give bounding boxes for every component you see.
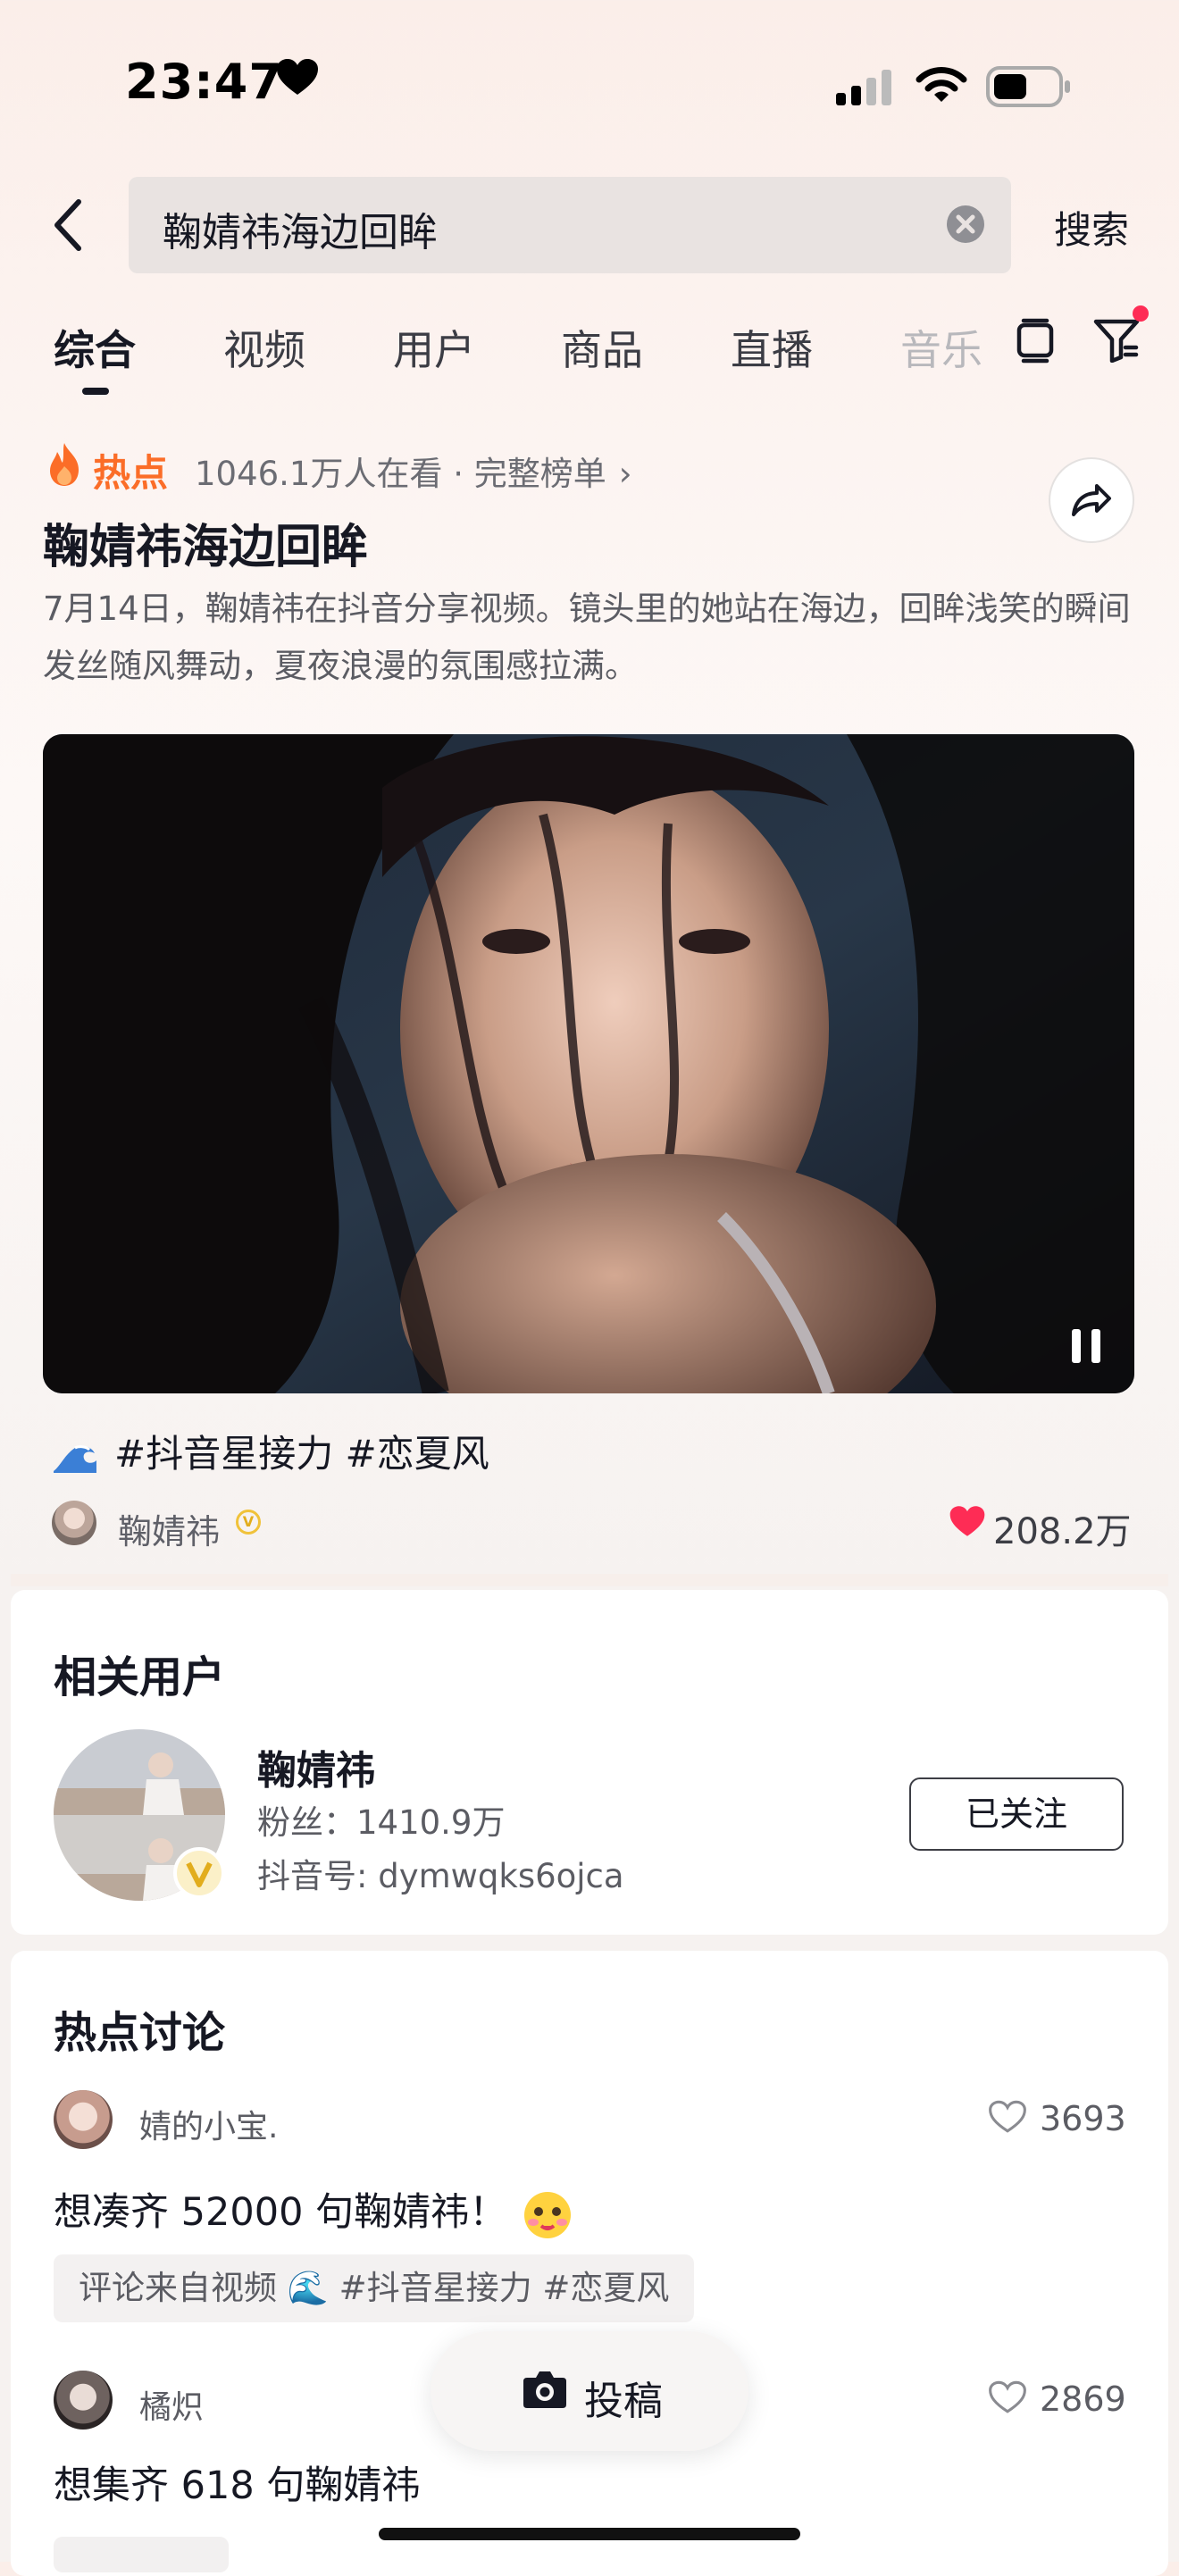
v-badge-glyph	[186, 1861, 213, 1887]
pause-icon[interactable]	[1068, 1326, 1104, 1367]
hot-discussion-title: 热点讨论	[54, 2008, 226, 2058]
tab-users[interactable]: 用户	[393, 318, 475, 377]
post-button-label: 投稿	[584, 2379, 663, 2424]
search-button[interactable]: 搜索	[1054, 200, 1129, 255]
commenter-name[interactable]: 婧的小宝.	[139, 2101, 278, 2147]
heart-outline-icon[interactable]	[988, 2099, 1027, 2135]
video-player[interactable]	[43, 734, 1134, 1393]
viewers-text: 1046.1万人在看 · 完整榜单	[195, 455, 606, 493]
hot-label: 热点	[93, 451, 169, 495]
share-icon	[1072, 484, 1111, 516]
wave-emoji-icon	[54, 1444, 96, 1473]
camera-icon	[523, 2371, 566, 2408]
tab-active-indicator	[82, 388, 109, 395]
commenter-name[interactable]: 橘炽	[139, 2381, 204, 2428]
flame-icon	[50, 443, 79, 486]
back-icon[interactable]	[50, 198, 86, 252]
heart-outline-icon[interactable]	[988, 2379, 1027, 2415]
author-avatar[interactable]	[52, 1501, 96, 1545]
search-query-text[interactable]: 鞠婧祎海边回眸	[163, 200, 438, 257]
share-button[interactable]	[1049, 457, 1134, 543]
hot-viewers-link[interactable]: 1046.1万人在看 · 完整榜单 ›	[195, 447, 632, 495]
battery-icon	[986, 66, 1070, 107]
tab-comprehensive[interactable]: 综合	[54, 318, 136, 377]
video-caption[interactable]: #抖音星接力 #恋夏风	[52, 1424, 489, 1478]
comment-text: 想集齐 618 句鞠婧祎	[54, 2463, 421, 2508]
home-indicator[interactable]	[379, 2528, 800, 2540]
comment-text-body: 想凑齐 52000 句鞠婧祎！	[54, 2190, 508, 2235]
comment-source-tag-partial	[54, 2537, 229, 2572]
filter-icon[interactable]	[1093, 318, 1140, 363]
wifi-icon	[916, 67, 967, 102]
status-time: 23:47	[125, 54, 283, 110]
layout-toggle-icon[interactable]	[1015, 318, 1056, 364]
follow-button[interactable]: 已关注	[909, 1777, 1124, 1851]
commenter-avatar[interactable]	[54, 2371, 113, 2430]
heart-status-icon	[277, 59, 318, 95]
chevron-right-icon: ›	[618, 455, 632, 493]
heart-filled-icon[interactable]	[949, 1504, 986, 1538]
caption-hashtags[interactable]: #抖音星接力 #恋夏风	[114, 1432, 489, 1476]
cellular-signal-icon	[836, 70, 891, 105]
video-like-count: 208.2万	[993, 1511, 1132, 1552]
related-users-title: 相关用户	[54, 1652, 226, 1702]
tab-live[interactable]: 直播	[731, 318, 813, 377]
blushing-emoji-icon	[524, 2191, 572, 2238]
verified-badge-icon: V	[236, 1510, 261, 1535]
user-fans-count: 粉丝：1410.9万	[257, 1803, 506, 1842]
verified-badge-icon	[173, 1847, 225, 1899]
tab-products[interactable]: 商品	[561, 318, 643, 377]
hot-title: 鞠婧祎海边回眸	[43, 521, 369, 574]
hot-description: 7月14日，鞠婧祎在抖音分享视频。镜头里的她站在海边，回眸浅笑的瞬间发丝随风舞动…	[43, 590, 1131, 685]
comment-like-count: 3693	[1040, 2099, 1126, 2138]
comment-text: 想凑齐 52000 句鞠婧祎！	[54, 2181, 575, 2240]
video-frame-image	[43, 734, 1134, 1393]
filter-badge-dot	[1133, 305, 1149, 322]
tab-music[interactable]: 音乐	[900, 318, 982, 377]
comment-source-tag[interactable]: 评论来自视频 🌊 #抖音星接力 #恋夏风	[54, 2254, 695, 2322]
tab-video[interactable]: 视频	[223, 318, 305, 377]
author-name[interactable]: 鞠婧祎	[118, 1504, 220, 1553]
section-divider	[11, 1574, 1168, 1586]
user-name[interactable]: 鞠婧祎	[257, 1738, 375, 1795]
clear-icon[interactable]	[945, 204, 986, 245]
commenter-avatar[interactable]	[54, 2090, 113, 2149]
user-douyin-id: 抖音号: dymwqks6ojca	[257, 1857, 624, 1895]
comment-like-count: 2869	[1040, 2379, 1126, 2419]
